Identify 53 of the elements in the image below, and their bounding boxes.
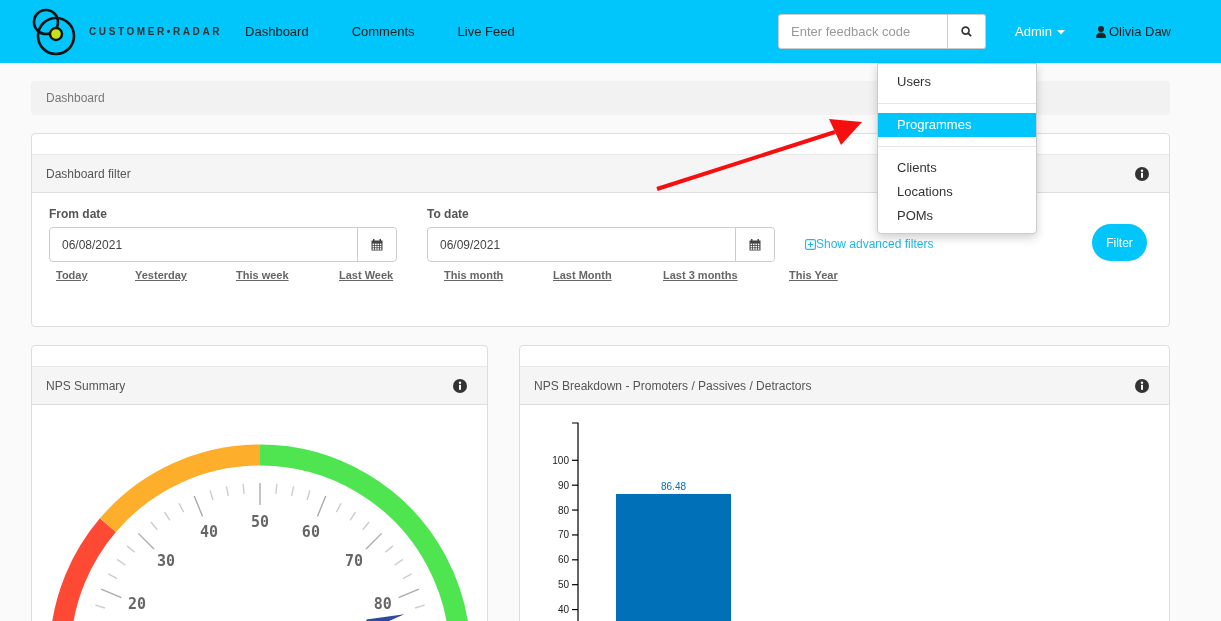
- tick-label: 90: [557, 479, 569, 491]
- plus-square-icon: [805, 238, 816, 250]
- date-range-link[interactable]: Last Week: [339, 269, 394, 281]
- menu-item[interactable]: Clients: [878, 156, 1036, 180]
- gauge-label: 80: [373, 595, 392, 614]
- panel-title: NPS Summary: [46, 378, 126, 393]
- date-range-link[interactable]: Yesterday: [135, 269, 187, 281]
- date-field[interactable]: 06/09/2021: [427, 227, 775, 262]
- search-icon: [961, 26, 972, 37]
- calendar-icon: [749, 238, 761, 251]
- breadcrumb-item[interactable]: Dashboard: [46, 91, 105, 105]
- user-menu[interactable]: Olivia Daw: [1095, 24, 1171, 39]
- info-icon: [1135, 166, 1149, 181]
- data-label: 86.48: [661, 480, 686, 492]
- date-range-link[interactable]: Last Month: [553, 269, 612, 281]
- brand-name: CUSTOMER•RADAR: [89, 26, 223, 37]
- gauge-label: 50: [250, 513, 270, 531]
- gauge-label: 30: [156, 551, 175, 570]
- gauge-label: 70: [345, 551, 364, 570]
- gauge-label: 60: [301, 523, 320, 542]
- tick-label: 40: [557, 604, 569, 616]
- nav-link[interactable]: Comments: [329, 24, 436, 39]
- gauge-label: 40: [200, 523, 219, 542]
- panel-title: NPS Breakdown - Promoters / Passives / Detractors: [534, 378, 812, 393]
- field-label: From date: [49, 207, 108, 221]
- date-field[interactable]: 06/08/2021: [49, 227, 397, 262]
- date-range-link[interactable]: This week: [236, 269, 289, 281]
- tick-label: 50: [557, 579, 569, 591]
- tick-label: 100: [552, 454, 569, 466]
- calendar-icon: [371, 238, 383, 251]
- gauge-label: 20: [128, 595, 147, 614]
- field-label: To date: [427, 207, 470, 221]
- panel-title: Dashboard filter: [46, 166, 131, 181]
- menu-item[interactable]: Locations: [878, 180, 1036, 204]
- menu-item[interactable]: Users: [878, 70, 1036, 94]
- user-icon: [1095, 25, 1106, 38]
- calendar-button[interactable]: [357, 228, 396, 261]
- date-range-link[interactable]: This month: [444, 269, 504, 281]
- tick-label: 70: [557, 529, 569, 541]
- date-range-link[interactable]: This Year: [789, 269, 838, 281]
- tick-label: 80: [557, 504, 569, 516]
- date-range-link[interactable]: Today: [56, 269, 88, 281]
- info-icon: [453, 378, 467, 393]
- search-button[interactable]: [948, 14, 986, 49]
- search-field[interactable]: Enter feedback code: [778, 14, 948, 49]
- info-icon: [1135, 378, 1149, 393]
- nav-link[interactable]: Live Feed: [435, 24, 536, 39]
- tick-label: 60: [557, 554, 569, 566]
- calendar-button[interactable]: [735, 228, 774, 261]
- nav-link[interactable]: Dashboard: [245, 24, 330, 39]
- menu-item[interactable]: POMs: [878, 204, 1036, 228]
- date-range-link[interactable]: Last 3 months: [663, 269, 738, 281]
- caret-icon: [1056, 30, 1065, 35]
